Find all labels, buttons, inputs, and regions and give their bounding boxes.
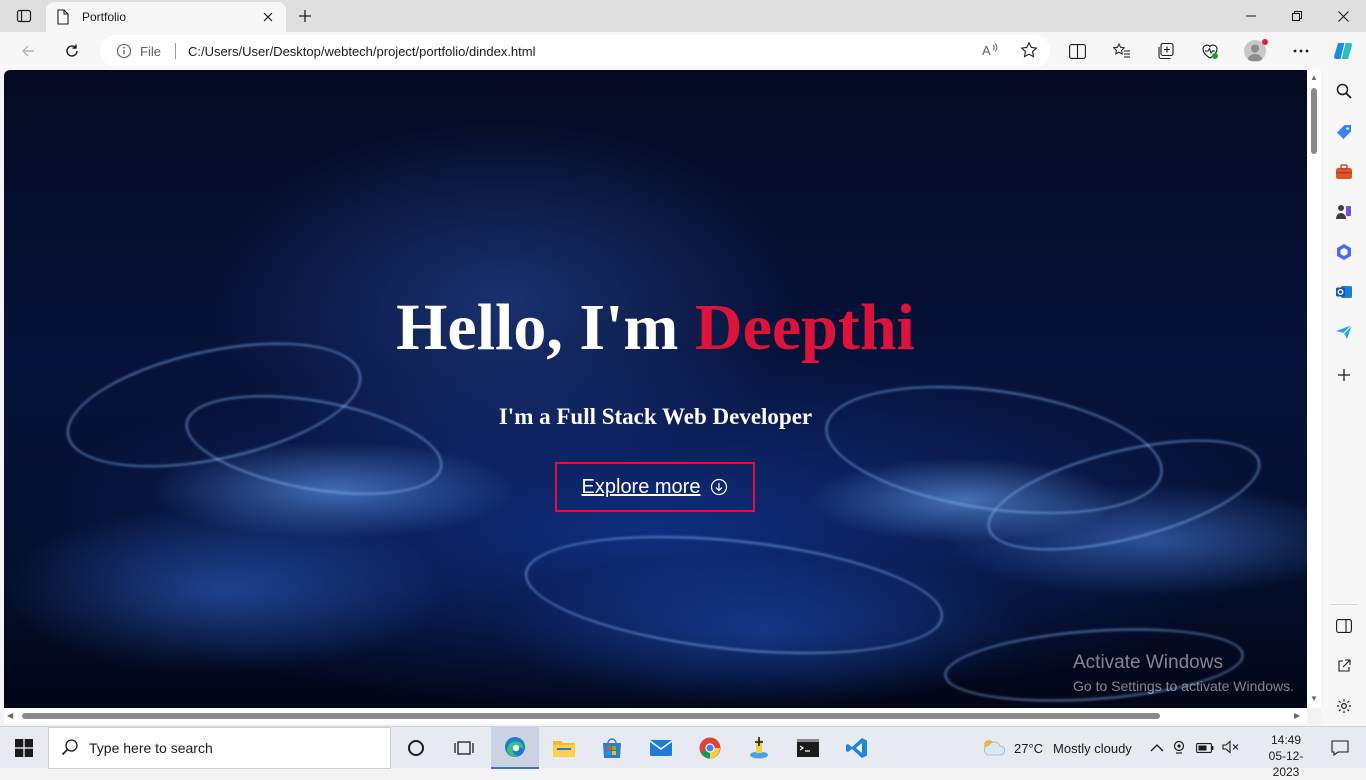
search-icon[interactable] [1331, 78, 1357, 104]
installer-app-icon[interactable] [735, 727, 783, 769]
battery-icon[interactable] [1196, 741, 1214, 756]
split-screen-icon[interactable] [1062, 37, 1092, 65]
scroll-down-arrow-icon[interactable]: ▼ [1310, 694, 1318, 703]
cloud-sun-icon [980, 737, 1006, 760]
system-tray [1150, 727, 1240, 769]
scroll-left-arrow-icon[interactable]: ◀ [7, 711, 13, 720]
close-window-icon[interactable] [1320, 0, 1366, 32]
search-icon [61, 738, 79, 759]
activate-windows-watermark: Activate Windows Go to Settings to activ… [1073, 652, 1294, 694]
clock-date: 05-12-2023 [1268, 749, 1304, 779]
clock-time: 14:49 [1270, 733, 1302, 747]
new-tab-icon[interactable] [292, 4, 318, 28]
activate-title: Activate Windows [1073, 652, 1223, 673]
edge-browser-icon[interactable] [491, 727, 539, 769]
games-icon[interactable] [1331, 199, 1357, 225]
vertical-scroll-thumb[interactable] [1311, 88, 1317, 154]
vscode-icon[interactable] [833, 727, 881, 769]
send-paper-plane-icon[interactable] [1331, 319, 1357, 345]
tab-actions-icon[interactable] [8, 4, 40, 28]
document-icon [56, 9, 72, 25]
horizontal-scrollbar[interactable]: ◀ ▶ [4, 708, 1307, 724]
terminal-icon[interactable] [784, 727, 832, 769]
task-view-icon[interactable] [440, 727, 488, 769]
minimize-icon[interactable] [1228, 0, 1274, 32]
cortana-circle-icon[interactable] [392, 727, 440, 769]
hero-name: Deepthi [694, 291, 915, 364]
file-explorer-icon[interactable] [540, 727, 588, 769]
background-swirl [519, 518, 949, 672]
horizontal-scroll-thumb[interactable] [22, 713, 1160, 719]
svg-text:A: A [982, 43, 991, 58]
scheme-label: File [140, 43, 161, 59]
sidebar-divider [1331, 604, 1357, 605]
page-hero-section: Hello, I'm Deepthi I'm a Full Stack Web … [4, 70, 1307, 708]
mail-icon[interactable] [637, 727, 685, 769]
open-external-icon[interactable] [1331, 653, 1357, 679]
tab-portfolio[interactable]: Portfolio [46, 2, 286, 32]
weather-widget[interactable]: 27°C Mostly cloudy [980, 727, 1132, 769]
favorite-star-icon[interactable] [1020, 41, 1038, 62]
microsoft-365-icon[interactable] [1331, 239, 1357, 265]
speaker-muted-icon[interactable] [1222, 739, 1240, 757]
settings-gear-icon[interactable] [1331, 693, 1357, 719]
more-options-icon[interactable] [1286, 37, 1316, 65]
outlook-icon[interactable] [1331, 279, 1357, 305]
favorites-icon[interactable] [1107, 37, 1137, 65]
tools-briefcase-icon[interactable] [1331, 159, 1357, 185]
activate-subtitle: Go to Settings to activate Windows. [1073, 678, 1294, 694]
weather-condition: Mostly cloudy [1053, 740, 1132, 756]
hide-sidebar-icon[interactable] [1331, 613, 1357, 639]
browser-toolbar: File C:/Users/User/Desktop/webtech/proje… [0, 32, 1366, 70]
notification-center-icon[interactable] [1320, 727, 1360, 769]
notification-dot [1262, 39, 1268, 45]
address-divider [174, 43, 176, 59]
browser-essentials-icon[interactable] [1195, 37, 1225, 65]
add-sidebar-app-icon[interactable] [1331, 362, 1357, 388]
windows-taskbar: Type here to search 27°C Mostly cloudy 1… [0, 726, 1366, 779]
system-clock[interactable]: 14:49 05-12-2023 [1262, 732, 1310, 780]
explore-more-label: Explore more [581, 475, 701, 498]
weather-temperature: 27°C [1014, 740, 1044, 756]
collections-icon[interactable] [1151, 37, 1181, 65]
close-tab-icon[interactable] [260, 9, 276, 25]
tab-strip: Portfolio [0, 0, 1366, 32]
hero-subtitle: I'm a Full Stack Web Developer [498, 404, 813, 429]
hero-greeting: Hello, I'm [396, 291, 695, 364]
taskbar-search-box[interactable]: Type here to search [48, 727, 391, 769]
browser-sidebar [1321, 70, 1366, 726]
read-aloud-icon[interactable]: A [982, 42, 1000, 61]
search-placeholder: Type here to search [89, 740, 213, 756]
shopping-tag-icon[interactable] [1331, 119, 1357, 145]
info-icon[interactable] [116, 43, 132, 59]
scroll-up-arrow-icon[interactable]: ▲ [1310, 73, 1318, 82]
copilot-icon[interactable] [1328, 37, 1358, 65]
back-arrow-icon[interactable] [13, 37, 43, 65]
webcam-icon[interactable] [1172, 740, 1188, 757]
chevron-up-icon[interactable] [1150, 741, 1164, 756]
windows-start-icon[interactable] [0, 727, 48, 769]
arrow-down-circle-icon [710, 478, 728, 496]
url-text[interactable]: C:/Users/User/Desktop/webtech/project/po… [188, 44, 536, 59]
microsoft-store-icon[interactable] [588, 727, 636, 769]
refresh-icon[interactable] [57, 37, 87, 65]
scroll-right-arrow-icon[interactable]: ▶ [1294, 711, 1300, 720]
vertical-scrollbar[interactable]: ▲ ▼ [1307, 70, 1321, 708]
restore-icon[interactable] [1274, 0, 1320, 32]
tab-title: Portfolio [82, 10, 127, 24]
explore-more-button[interactable]: Explore more [555, 462, 755, 512]
hero-heading: Hello, I'm Deepthi [4, 290, 1307, 366]
chrome-icon[interactable] [686, 727, 734, 769]
address-bar[interactable]: File C:/Users/User/Desktop/webtech/proje… [100, 35, 1050, 67]
